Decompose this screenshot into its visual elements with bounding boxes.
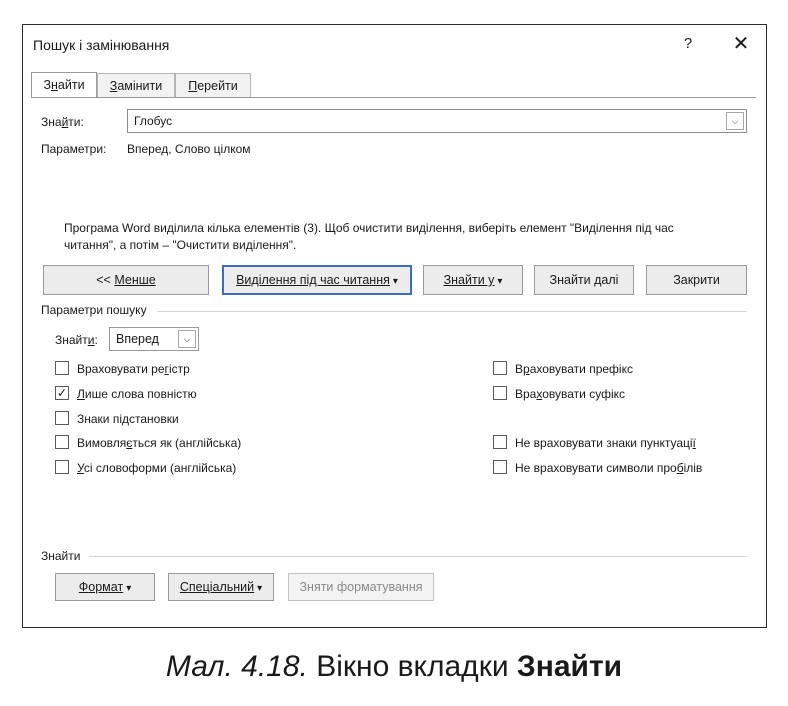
selection-message: Програма Word виділила кілька елементів …	[64, 221, 674, 252]
remove-formatting-button[interactable]: Зняти форматування	[288, 573, 434, 601]
tab-divider	[31, 97, 756, 98]
figure-caption: Мал. 4.18. Вікно вкладки Знайти	[165, 650, 623, 683]
check-icon: ✓	[56, 386, 68, 400]
direction-select[interactable]: Вперед ⌵	[109, 327, 199, 351]
tab-goto[interactable]: Перейти	[175, 73, 251, 97]
find-in-button[interactable]: Знайти у ▾	[423, 265, 523, 295]
checkbox-box[interactable]	[493, 435, 507, 449]
checkbox-box[interactable]	[493, 460, 507, 474]
special-button[interactable]: Спеціальний ▾	[168, 573, 274, 601]
chevron-down-icon[interactable]: ⌵	[178, 330, 196, 348]
find-section-title: Знайти	[41, 549, 81, 563]
help-button[interactable]: ?	[677, 33, 699, 55]
find-input[interactable]: Глобус ⌵	[127, 109, 747, 133]
close-button[interactable]: Закрити	[646, 265, 747, 295]
find-next-button[interactable]: Знайти далі	[534, 265, 634, 295]
find-label: Знайти:	[41, 115, 84, 129]
format-button[interactable]: Формат ▾	[55, 573, 155, 601]
dropdown-arrow-icon: ▾	[257, 583, 263, 594]
checkbox-box[interactable]	[493, 386, 507, 400]
checkbox-box[interactable]: ✓	[55, 386, 69, 400]
parameters-value: Вперед, Слово цілком	[127, 142, 251, 156]
dropdown-arrow-icon: ▾	[126, 583, 132, 594]
dialog-titlebar: Пошук і замінювання ? ✕	[23, 25, 766, 63]
direction-select-value: Вперед	[116, 332, 159, 346]
find-replace-dialog: Пошук і замінювання ? ✕ Знайти Замінити …	[22, 24, 767, 628]
dialog-title: Пошук і замінювання	[33, 37, 170, 53]
checkbox-box[interactable]	[493, 361, 507, 375]
tab-find[interactable]: Знайти	[31, 72, 97, 98]
checkbox-box[interactable]	[55, 435, 69, 449]
find-section-divider	[89, 556, 747, 557]
search-options-divider	[157, 311, 747, 312]
less-button[interactable]: << Менше	[43, 265, 209, 295]
close-icon[interactable]: ✕	[729, 33, 753, 55]
chevron-down-icon[interactable]: ⌵	[726, 112, 744, 130]
search-options-title: Параметри пошуку	[41, 303, 147, 317]
checkbox-box[interactable]	[55, 361, 69, 375]
dropdown-arrow-icon: ▾	[392, 276, 398, 287]
checkbox-box[interactable]	[55, 460, 69, 474]
direction-label: Знайти:	[55, 333, 98, 347]
dropdown-arrow-icon: ▾	[497, 276, 503, 287]
checkbox-box[interactable]	[55, 411, 69, 425]
find-input-value: Глобус	[134, 114, 173, 128]
parameters-label: Параметри:	[41, 142, 107, 156]
tab-replace[interactable]: Замінити	[97, 73, 175, 97]
reading-highlight-button[interactable]: Виділення під час читання ▾	[222, 265, 412, 295]
